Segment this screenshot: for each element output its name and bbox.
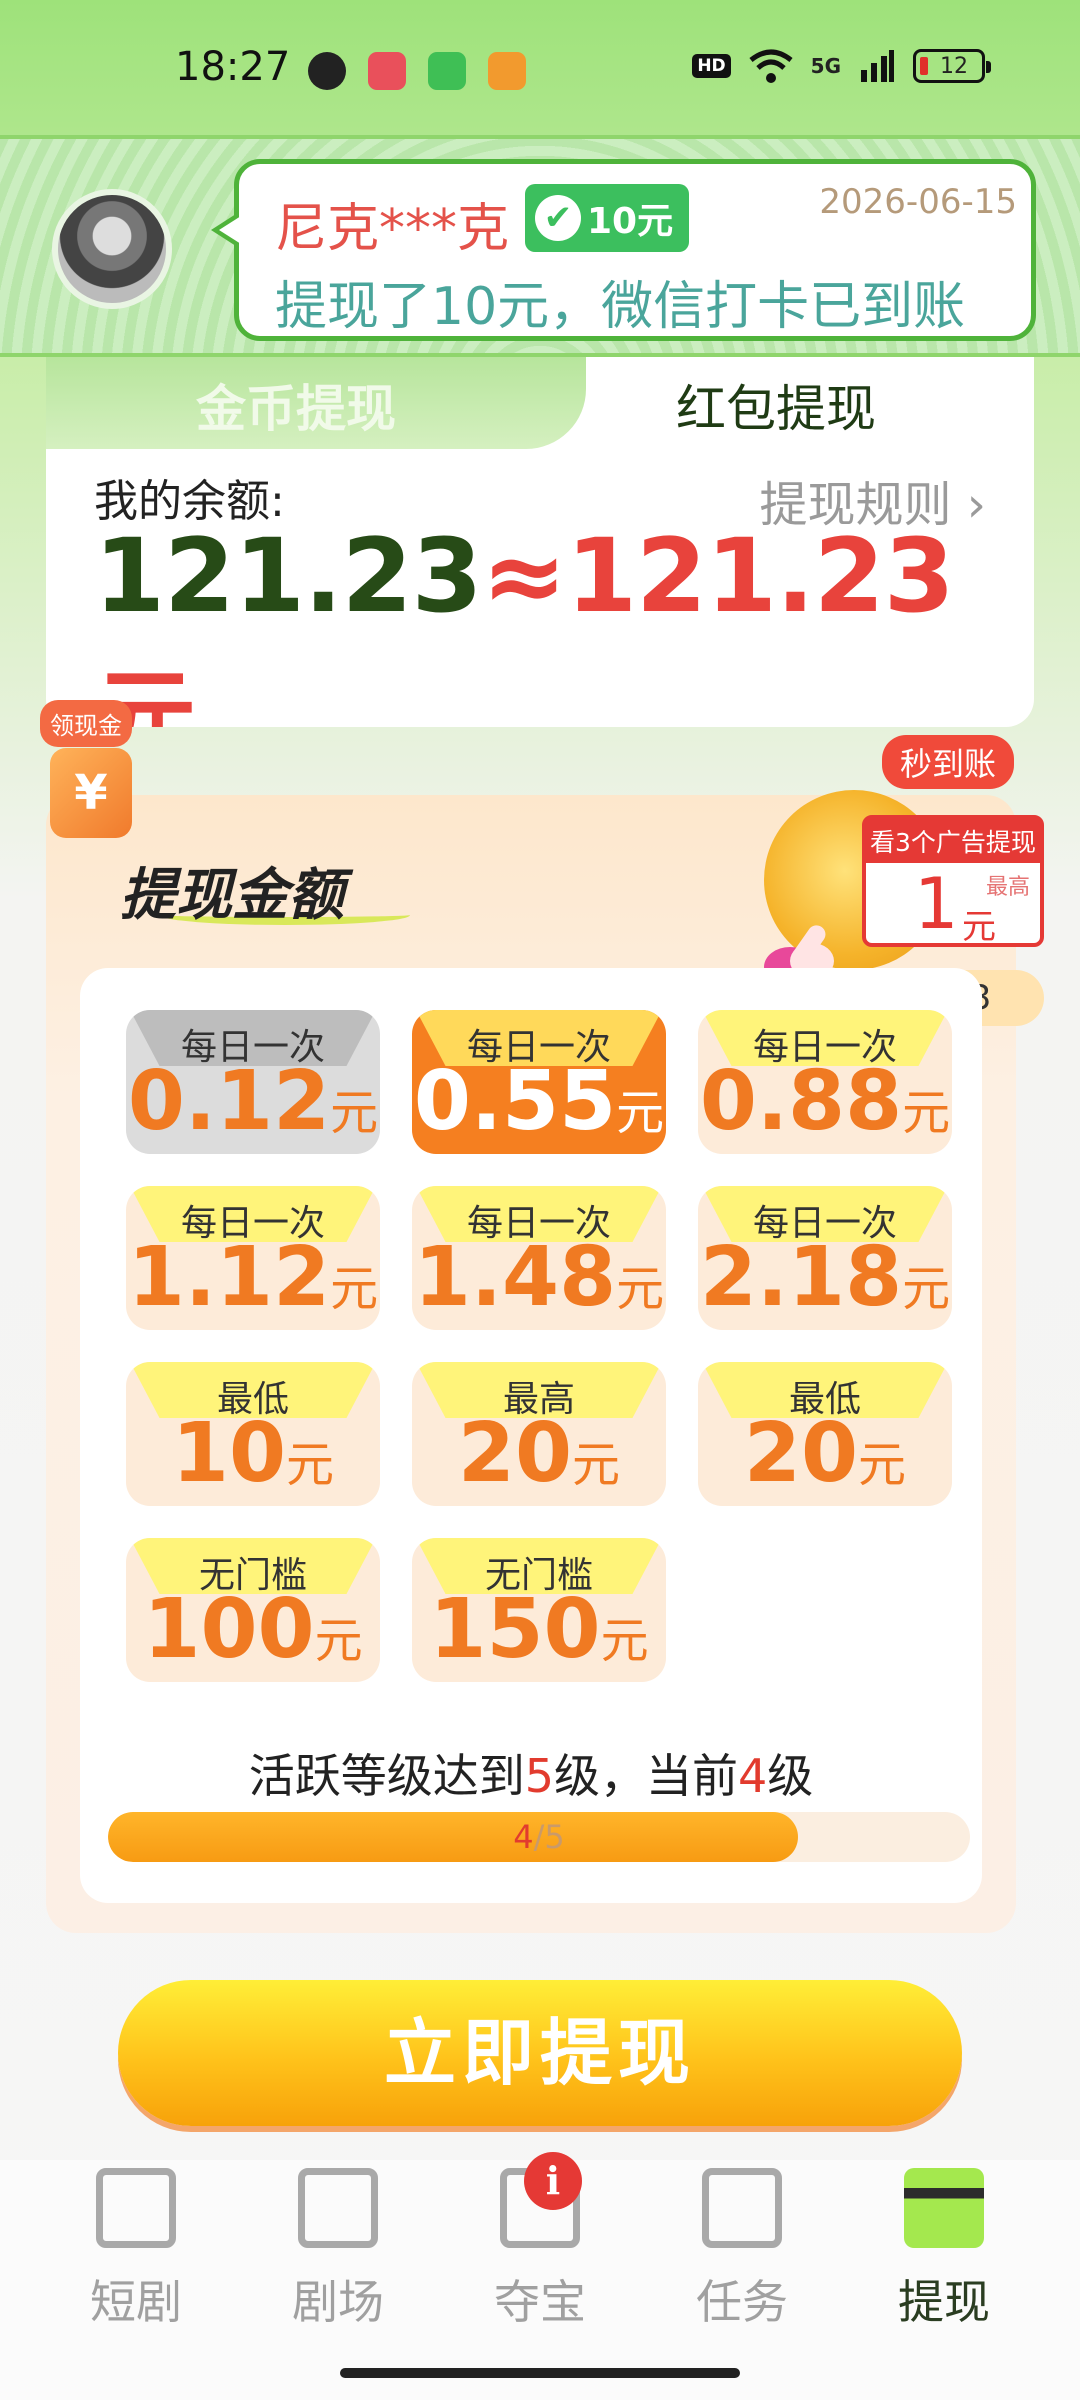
nav-label: 剧场 xyxy=(292,2275,384,2329)
option-value: 1.12元 xyxy=(127,1230,379,1325)
option-value: 0.12元 xyxy=(127,1054,379,1149)
clipboard-check-icon xyxy=(702,2168,782,2248)
nav-item-4[interactable]: 提现 xyxy=(864,2168,1024,2329)
folder-play-icon xyxy=(96,2168,176,2248)
status-time: 18:27 xyxy=(175,44,291,90)
banner-user-name: 尼克***克 xyxy=(275,199,510,259)
get-cash-tag: 领现金 xyxy=(40,700,132,747)
activity-level-progress: 4/5 xyxy=(108,1812,970,1862)
amount-option[interactable]: 无门槛 100元 xyxy=(126,1538,380,1682)
withdraw-notification-banner: 尼克***克 ✔ 10元 2026-06-15 提现了10元，微信打卡已到账 xyxy=(0,135,1080,357)
status-bar: 18:27 HD 5G 12 xyxy=(0,0,1080,135)
nav-item-3[interactable]: 任务 xyxy=(662,2168,822,2329)
avatar xyxy=(52,189,172,309)
option-value: 0.55元 xyxy=(413,1054,665,1149)
wallet-icon: ¥ xyxy=(50,748,132,838)
activity-level-progress-label: 4/5 xyxy=(513,1818,565,1856)
option-value: 0.88元 xyxy=(699,1054,951,1149)
option-value: 10元 xyxy=(171,1406,335,1501)
amount-option[interactable]: 每日一次 0.12元 xyxy=(126,1010,380,1154)
nav-item-1[interactable]: 剧场 xyxy=(258,2168,418,2329)
watch-ads-withdraw-card[interactable]: 看3个广告提现 1 最高 元 xyxy=(862,815,1044,947)
nav-label: 短剧 xyxy=(90,2275,182,2329)
watch-ads-unit: 元 xyxy=(962,907,996,947)
amount-option[interactable]: 最低 10元 xyxy=(126,1362,380,1506)
watch-ads-title: 看3个广告提现 xyxy=(866,819,1040,863)
option-value: 20元 xyxy=(457,1406,621,1501)
hd-badge: HD xyxy=(692,54,731,78)
withdraw-tabs: 金币提现 红包提现 xyxy=(46,357,1034,449)
nav-label: 夺宝 xyxy=(494,2275,586,2329)
tab-redpacket-withdraw[interactable]: 红包提现 xyxy=(676,369,876,441)
banner-amount-badge: ✔ 10元 xyxy=(525,184,690,252)
notification-bubble: 尼克***克 ✔ 10元 2026-06-15 提现了10元，微信打卡已到账 xyxy=(211,159,1036,341)
withdraw-amount-title: 提现金额 xyxy=(120,863,344,928)
nav-item-2[interactable]: i 夺宝 xyxy=(460,2152,620,2329)
amount-option[interactable]: 每日一次 1.48元 xyxy=(412,1186,666,1330)
option-value: 20元 xyxy=(743,1406,907,1501)
banner-date: 2026-06-15 xyxy=(819,182,1017,222)
get-cash-widget[interactable]: 领现金 ¥ xyxy=(40,700,140,850)
balance-amount: 121.23≈121.23元 xyxy=(94,517,955,727)
shop-icon xyxy=(488,52,526,90)
wechat-icon xyxy=(308,52,346,90)
nav-item-0[interactable]: 短剧 xyxy=(56,2168,216,2329)
amount-option[interactable]: 每日一次 0.88元 xyxy=(698,1010,952,1154)
signal-icon xyxy=(861,50,894,82)
wifi-icon xyxy=(749,49,793,83)
home-indicator[interactable] xyxy=(340,2368,740,2378)
option-value: 1.48元 xyxy=(413,1230,665,1325)
activity-level-text: 活跃等级达到5级，当前4级 xyxy=(248,1749,814,1803)
wallet-card-icon xyxy=(904,2168,984,2248)
amount-option[interactable]: 每日一次 1.12元 xyxy=(126,1186,380,1330)
option-value: 150元 xyxy=(429,1582,649,1677)
nav-label: 任务 xyxy=(696,2275,788,2329)
notification-badge: i xyxy=(524,2152,582,2210)
nav-label: 提现 xyxy=(898,2275,990,2329)
option-value: 100元 xyxy=(143,1582,363,1677)
banner-message: 提现了10元，微信打卡已到账 xyxy=(275,277,966,337)
battery-icon: 12 xyxy=(913,49,991,83)
amount-option[interactable]: 无门槛 150元 xyxy=(412,1538,666,1682)
amount-option[interactable]: 每日一次 2.18元 xyxy=(698,1186,952,1330)
amount-option[interactable]: 最高 20元 xyxy=(412,1362,666,1506)
messages-icon xyxy=(428,52,466,90)
network-label: 5G xyxy=(810,54,841,78)
check-icon: ✔ xyxy=(535,195,581,241)
tab-coin-withdraw[interactable]: 金币提现 xyxy=(46,357,586,449)
option-value: 2.18元 xyxy=(699,1230,951,1325)
app-618-icon xyxy=(368,52,406,90)
watch-ads-amount: 1 xyxy=(914,863,959,945)
instant-arrival-tag: 秒到账 xyxy=(882,735,1015,789)
watch-ads-max: 最高 xyxy=(986,875,1031,900)
balance-card: 金币提现 红包提现 我的余额: 提现规则 › 121.23≈121.23元 xyxy=(46,357,1034,727)
amount-option[interactable]: 每日一次 0.55元 xyxy=(412,1010,666,1154)
video-camera-icon xyxy=(298,2168,378,2248)
withdraw-now-button[interactable]: 立即提现 xyxy=(118,1980,962,2126)
amount-option[interactable]: 最低 20元 xyxy=(698,1362,952,1506)
status-right: HD 5G 12 xyxy=(692,48,991,84)
